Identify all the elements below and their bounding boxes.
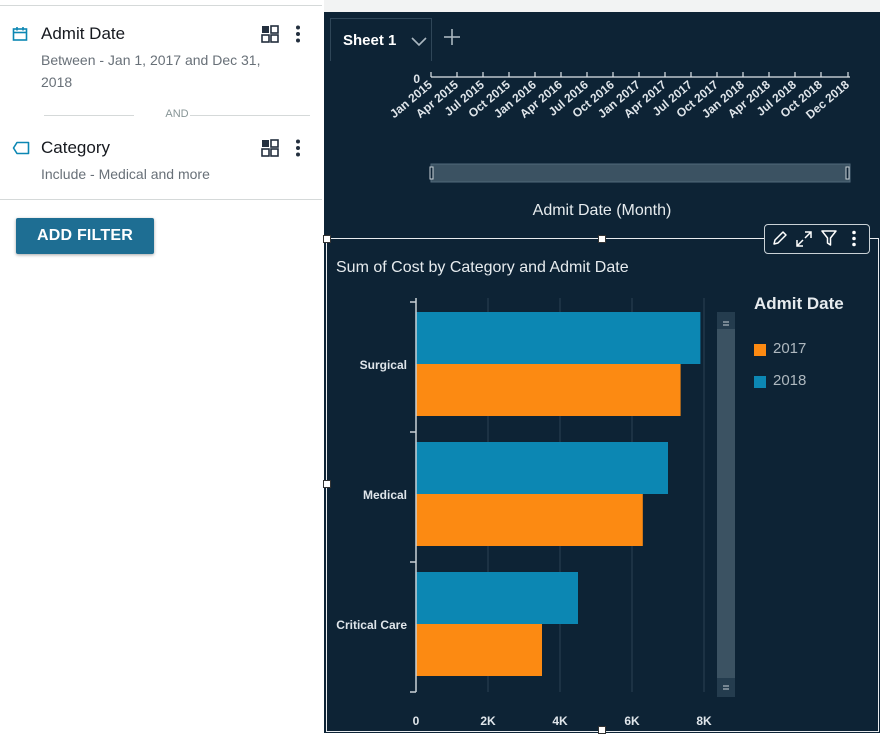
tag-icon xyxy=(12,141,30,155)
resize-handle[interactable] xyxy=(598,235,606,243)
legend-swatch xyxy=(754,344,766,356)
filter-layout-icon[interactable] xyxy=(261,25,279,43)
legend-item-2017[interactable]: 2017 xyxy=(754,340,874,360)
filter-admit-date-title[interactable]: Admit Date xyxy=(41,24,125,44)
range-handle-right[interactable] xyxy=(845,166,850,180)
value-tick-label: 8K xyxy=(696,714,712,728)
and-separator: AND xyxy=(44,108,310,122)
value-tick-label: 4K xyxy=(552,714,568,728)
filter-menu-icon[interactable] xyxy=(295,25,301,43)
sheet-tab-bar: Sheet 1 xyxy=(324,12,880,61)
bar-medical-2018[interactable] xyxy=(416,442,668,494)
filter-menu-icon[interactable] xyxy=(295,139,301,157)
visual-toolbar xyxy=(764,224,870,254)
bar-critical-care-2017[interactable] xyxy=(416,624,542,676)
panel-divider xyxy=(0,199,322,200)
sheet-canvas: Sheet 1 0 Jan 2015 Apr 2015 Jul 2015 Oct 20… xyxy=(323,12,880,734)
visual-menu-icon[interactable] xyxy=(851,230,857,247)
filter-category-title[interactable]: Category xyxy=(41,138,110,158)
range-scrollbar[interactable] xyxy=(430,163,851,183)
x-axis-title: Admit Date (Month) xyxy=(532,202,672,219)
category-label: Medical xyxy=(363,488,407,502)
tab-label: Sheet 1 xyxy=(343,32,397,49)
value-tick-label: 0 xyxy=(413,714,420,728)
expand-icon[interactable] xyxy=(795,230,813,248)
bar-critical-care-2018[interactable] xyxy=(416,572,578,624)
bar-medical-2017[interactable] xyxy=(416,494,643,546)
resize-handle[interactable] xyxy=(323,235,331,243)
edit-pencil-icon[interactable] xyxy=(772,230,788,246)
panel-top-divider xyxy=(0,5,322,6)
and-label: AND xyxy=(165,108,189,120)
filter-category-description: Include - Medical and more xyxy=(41,166,210,182)
chevron-down-icon[interactable] xyxy=(411,37,427,47)
timeline-axis: 0 Jan 2015Apr 2015Jul 2015Oct 2015Jan 20… xyxy=(387,72,852,183)
category-label: Critical Care xyxy=(336,618,407,632)
filter-funnel-icon[interactable] xyxy=(821,230,837,247)
legend-label: 2017 xyxy=(773,340,807,357)
legend-swatch xyxy=(754,376,766,388)
chart-legend: Admit Date 2017 2018 xyxy=(754,294,844,389)
value-tick-label: 6K xyxy=(624,714,640,728)
bar-surgical-2018[interactable] xyxy=(416,312,701,364)
filter-admit-date-description: Between - Jan 1, 2017 and Dec 31, 2018 xyxy=(41,52,261,90)
tab-sheet-1[interactable]: Sheet 1 xyxy=(330,18,432,61)
chart-title: Sum of Cost by Category and Admit Date xyxy=(336,259,629,276)
legend-label: 2018 xyxy=(773,372,807,389)
bar-surgical-2017[interactable] xyxy=(416,364,681,416)
add-sheet-icon[interactable] xyxy=(443,28,461,46)
filter-panel: Admit Date Between - Jan 1, 2017 and Dec… xyxy=(0,0,322,733)
chart-scrollbar-thumb[interactable] xyxy=(717,329,735,678)
value-tick-label: 2K xyxy=(480,714,496,728)
workspace-top-strip xyxy=(322,0,880,12)
filter-layout-icon[interactable] xyxy=(261,139,279,157)
category-label: Surgical xyxy=(360,358,407,372)
legend-title: Admit Date xyxy=(754,294,844,313)
add-filter-button[interactable]: ADD FILTER xyxy=(16,218,154,254)
legend-item-2018[interactable]: 2018 xyxy=(754,372,874,392)
calendar-icon xyxy=(12,27,28,41)
range-handle-left[interactable] xyxy=(429,166,434,180)
